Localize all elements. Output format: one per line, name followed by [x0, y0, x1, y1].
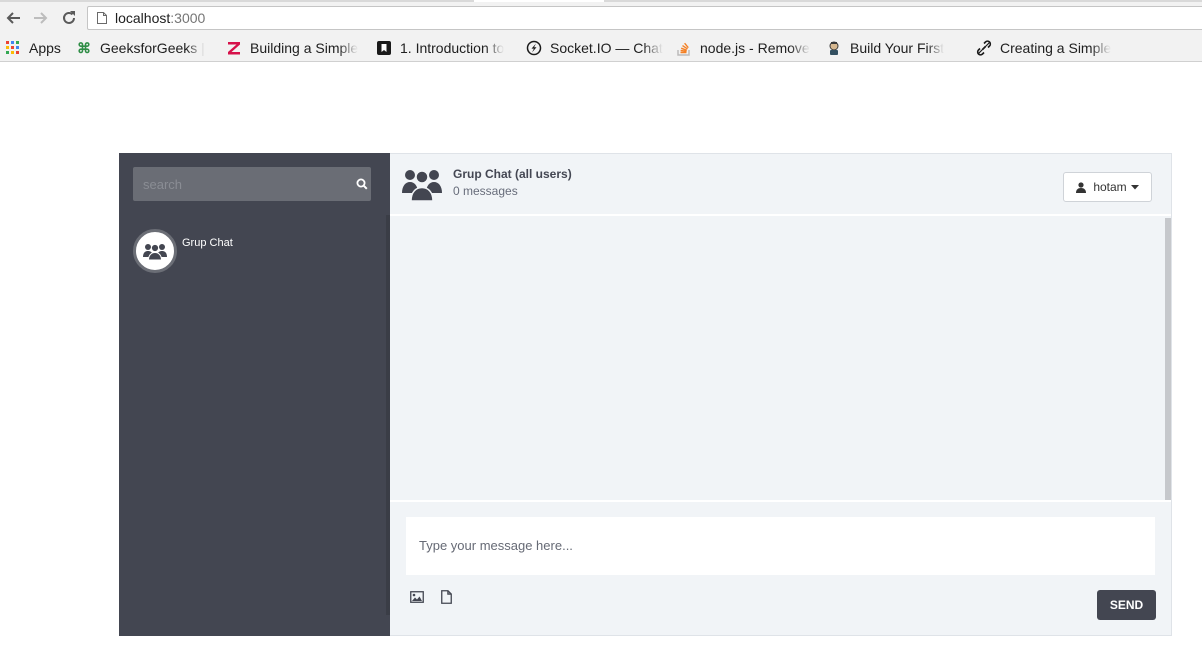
message-composer: SEND [390, 500, 1171, 636]
browser-toolbar: localhost:3000 [0, 2, 1202, 34]
message-count: 0 messages [453, 184, 518, 198]
apps-grid-icon [5, 40, 21, 56]
arrow-left-icon [6, 12, 20, 24]
avatar [133, 229, 177, 273]
user-menu-label: hotam [1093, 180, 1127, 194]
chat-panel: Grup Chat (all users) 0 messages hotam S… [390, 153, 1172, 636]
address-bar[interactable]: localhost:3000 [87, 6, 1202, 30]
reload-icon [63, 11, 75, 24]
user-menu-button[interactable]: hotam [1063, 172, 1152, 202]
search-box [133, 167, 371, 201]
chat-header: Grup Chat (all users) 0 messages hotam [390, 154, 1171, 216]
users-icon [143, 243, 167, 261]
stackoverflow-icon [676, 40, 692, 56]
sidebar: Grup Chat [119, 153, 390, 636]
geeksforgeeks-icon: ⌘ [76, 40, 92, 56]
bookmark-introduction[interactable]: 1. Introduction to [376, 34, 516, 61]
bookmark-building-a-simple[interactable]: Building a Simple [226, 34, 366, 61]
url-text: localhost:3000 [115, 10, 205, 26]
url-port: :3000 [170, 10, 206, 26]
svg-text:⌘: ⌘ [77, 40, 91, 56]
caret-down-icon [1130, 184, 1139, 190]
bookmark-creating-a-simple[interactable]: Creating a Simple [976, 34, 1116, 61]
reload-button[interactable] [57, 6, 81, 30]
bookmark-geeksforgeeks[interactable]: ⌘ GeeksforGeeks | [76, 34, 216, 61]
send-button[interactable]: SEND [1097, 590, 1156, 620]
chat-title: Grup Chat (all users) [453, 167, 572, 181]
search-input[interactable] [133, 167, 343, 201]
users-icon [402, 170, 442, 202]
user-icon [1076, 181, 1087, 193]
bookmarks-bar: Apps ⌘ GeeksforGeeks | Building a Simple… [0, 34, 1202, 62]
contact-item-grup-chat[interactable]: Grup Chat [133, 229, 373, 275]
forward-button[interactable] [29, 6, 53, 30]
chat-app: Grup Chat Grup Chat (all users) 0 messag… [119, 153, 1172, 636]
chat-history [390, 216, 1171, 500]
chat-history-scrollbar[interactable] [1165, 218, 1171, 500]
zapier-z-icon [226, 40, 242, 56]
search-icon[interactable] [356, 178, 368, 190]
socketio-icon [526, 40, 542, 56]
page-icon [97, 12, 107, 24]
file-icon[interactable] [441, 590, 452, 604]
arrow-right-icon [34, 12, 48, 24]
bookmark-nodejs-remove[interactable]: node.js - Remove [676, 34, 816, 61]
bookmark-socketio[interactable]: Socket.IO — Chat [526, 34, 666, 61]
jenkins-icon [826, 40, 842, 56]
contact-name: Grup Chat [182, 237, 233, 249]
url-host: localhost [115, 10, 171, 26]
bookmark-icon [376, 40, 392, 56]
bookmark-apps[interactable]: Apps [5, 34, 71, 61]
link-icon [976, 39, 992, 56]
image-icon[interactable] [410, 591, 424, 603]
back-button[interactable] [1, 6, 25, 30]
bookmark-build-your-first[interactable]: Build Your First [826, 34, 966, 61]
message-input[interactable] [406, 517, 1155, 575]
